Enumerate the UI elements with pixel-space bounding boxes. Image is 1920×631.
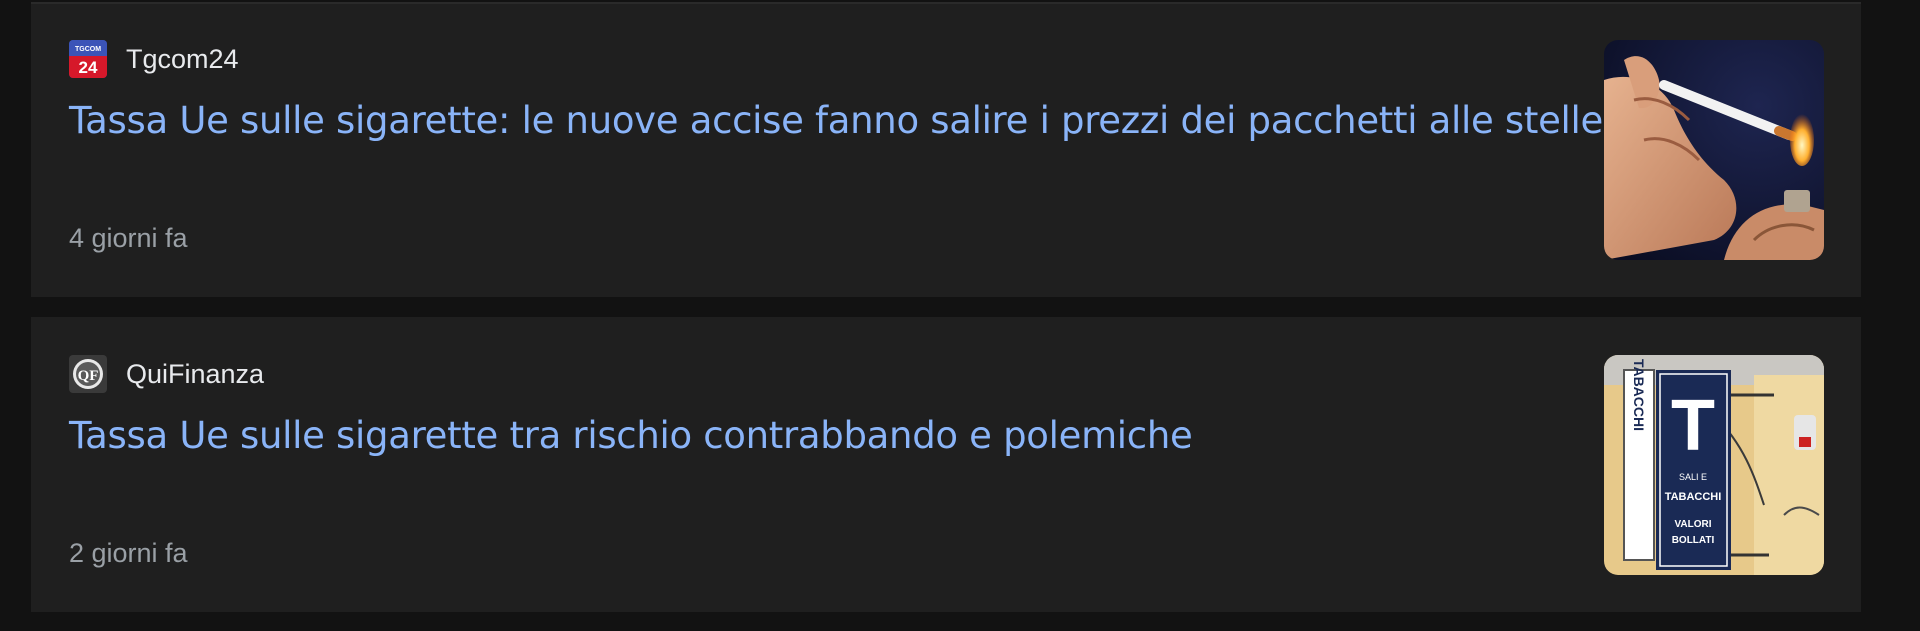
tgcom24-logo-bottom: 24 [79,58,98,77]
cigarette-lighter-photo [1604,40,1824,260]
quifinanza-logo-text: QF [78,368,99,384]
sign-line-3: VALORI [1674,519,1711,530]
news-card[interactable]: QF QuiFinanza Tassa Ue sulle sigarette t… [31,317,1861,612]
tgcom24-logo-top: TGCOM [75,46,101,53]
tgcom24-logo-icon: TGCOM 24 [69,40,107,78]
article-thumbnail[interactable] [1604,40,1824,260]
tabacchi-sign-photo: TABACCHI T SALI E TABACCHI VALORI BOLLAT… [1604,355,1824,575]
news-card[interactable]: TGCOM 24 Tgcom24 Tassa Ue sulle sigarett… [31,2,1861,297]
article-thumbnail[interactable]: TABACCHI T SALI E TABACCHI VALORI BOLLAT… [1604,355,1824,575]
source-name: Tgcom24 [126,43,239,74]
sign-big-letter: T [1671,386,1715,466]
quifinanza-logo-icon: QF [69,355,107,393]
card-divider [31,2,1861,4]
article-headline-link[interactable]: Tassa Ue sulle sigarette: le nuove accis… [69,98,1603,144]
article-headline-link[interactable]: Tassa Ue sulle sigarette tra rischio con… [69,413,1569,459]
sign-line-1: SALI E [1679,472,1707,482]
news-source: QF QuiFinanza [69,355,264,393]
article-timestamp: 4 giorni fa [69,223,188,253]
source-name: QuiFinanza [126,358,265,389]
sign-line-2: TABACCHI [1665,491,1722,503]
sign-vertical-text: TABACCHI [1631,359,1647,431]
article-timestamp: 2 giorni fa [69,538,188,568]
news-source: TGCOM 24 Tgcom24 [69,40,239,78]
sign-line-4: BOLLATI [1672,535,1715,546]
